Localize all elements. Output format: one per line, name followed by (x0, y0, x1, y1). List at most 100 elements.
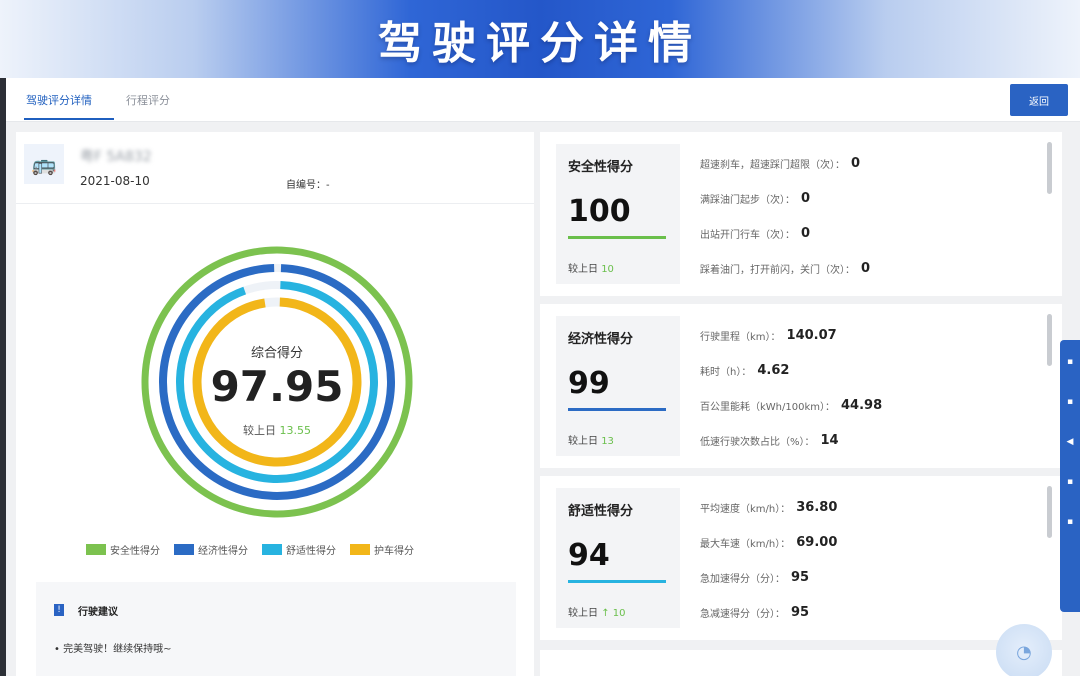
category-title: 安全性得分 (568, 160, 634, 175)
overall-compare-value: 13.55 (279, 424, 312, 437)
metric-value: 0 (801, 191, 811, 206)
advice-title: 行驶建议 (78, 607, 118, 618)
metric-row: 低速行驶次数占比（%）： 14 (700, 423, 1030, 458)
speaker-icon[interactable]: ◀ (1064, 436, 1076, 448)
app-frame: 驾驶评分详情 行程评分 返回 🚌 粤F 5A832 2021-08-10 自编号… (0, 78, 1080, 676)
legend-label: 护车得分 (374, 546, 414, 557)
category-metrics: 行驶里程（km）： 140.07 耗时（h）： 4.62 百公里能耗（kWh/100… (700, 318, 1030, 458)
legend-swatch (86, 544, 106, 555)
window-edge (0, 78, 6, 676)
metric-label: 耗时（h）： (700, 367, 752, 378)
banner-title: 驾驶评分详情 (378, 18, 702, 69)
metric-row: 踩着油门，打开前闪，关门（次）： 0 (700, 251, 1030, 286)
page-banner: 驾驶评分详情 (0, 0, 1080, 78)
assistant-bot-icon[interactable]: ◔ (996, 624, 1052, 676)
compare-value: ↑ 10 (601, 608, 626, 619)
tab-bar: 驾驶评分详情 行程评分 返回 (6, 78, 1080, 122)
overview-panel: 🚌 粤F 5A832 2021-08-10 自编号：- 综合得分 97.95 较… (16, 132, 534, 676)
metric-label: 超速刹车，超速踩门超限（次）： (700, 160, 845, 171)
metric-row: 耗时（h）： 4.62 (700, 353, 1030, 388)
tool-icon[interactable]: ▪ (1064, 516, 1076, 528)
tool-icon[interactable]: ▪ (1064, 476, 1076, 488)
category-score-bar (568, 580, 666, 583)
compare-label: 较上日 (568, 264, 598, 275)
legend-swatch (262, 544, 282, 555)
advice-text: • 完美驾驶！继续保持哦~ (54, 644, 172, 655)
category-card-vehicle-care (540, 650, 1062, 676)
compare-value: 10 (601, 264, 614, 275)
category-metrics: 平均速度（km/h）： 36.80 最大车速（km/h）： 69.00 急加速得分（… (700, 490, 1030, 630)
category-compare: 较上日 13 (568, 432, 614, 447)
overall-score-value: 97.95 (210, 362, 344, 411)
legend-item-economy[interactable]: 经济性得分 (174, 542, 248, 557)
metric-row: 急加速得分（分）： 95 (700, 560, 1030, 595)
category-score-box: 舒适性得分 94 较上日 ↑ 10 (556, 488, 680, 628)
metric-row: 超速刹车，超速踩门超限（次）： 0 (700, 146, 1030, 181)
category-panel: 安全性得分 100 较上日 10 超速刹车，超速踩门超限（次）： 0 满踩油门起步… (540, 132, 1064, 676)
metric-value: 69.00 (796, 535, 838, 550)
legend-item-safety[interactable]: 安全性得分 (86, 542, 160, 557)
active-tab-indicator (24, 118, 114, 120)
metric-label: 行驶里程（km）： (700, 332, 781, 343)
metric-row: 平均速度（km/h）： 36.80 (700, 490, 1030, 525)
metric-label: 平均速度（km/h）： (700, 504, 791, 515)
vehicle-plate: 粤F 5A832 (80, 149, 152, 165)
tab-trip-score[interactable]: 行程评分 (126, 92, 170, 108)
metric-value: 0 (861, 261, 871, 276)
back-button[interactable]: 返回 (1010, 84, 1068, 116)
metric-label: 踩着油门，打开前闪，关门（次）： (700, 265, 855, 276)
trip-date: 2021-08-10 (80, 174, 150, 188)
metric-row: 急减速得分（分）： 95 (700, 595, 1030, 630)
category-card-economy: 经济性得分 99 较上日 13 行驶里程（km）： 140.07 耗时（h）： 4.… (540, 304, 1062, 468)
ring-legend: 安全性得分 经济性得分 舒适性得分 护车得分 (86, 542, 414, 557)
category-title: 舒适性得分 (568, 504, 634, 519)
legend-item-comfort[interactable]: 舒适性得分 (262, 542, 336, 557)
tool-icon[interactable]: ▪ (1064, 396, 1076, 408)
card-scrollbar[interactable] (1047, 314, 1052, 366)
card-scrollbar[interactable] (1047, 142, 1052, 194)
metric-value: 44.98 (841, 398, 883, 413)
category-compare: 较上日 ↑ 10 (568, 604, 625, 619)
side-toolbar: ▪ ▪ ◀ ▪ ▪ (1060, 340, 1080, 612)
overall-score-compare: 较上日 13.55 (141, 422, 413, 438)
legend-label: 安全性得分 (110, 546, 160, 557)
category-score: 99 (568, 366, 610, 401)
category-card-safety: 安全性得分 100 较上日 10 超速刹车，超速踩门超限（次）： 0 满踩油门起步… (540, 132, 1062, 296)
tool-icon[interactable]: ▪ (1064, 356, 1076, 368)
legend-label: 经济性得分 (198, 546, 248, 557)
category-score: 100 (568, 194, 631, 229)
metric-label: 满踩油门起步（次）： (700, 195, 795, 206)
metric-value: 4.62 (757, 363, 790, 378)
trip-number: 自编号：- (286, 180, 330, 191)
bus-icon: 🚌 (24, 144, 64, 184)
compare-value: 13 (601, 436, 614, 447)
overall-score-label: 综合得分 (250, 346, 303, 361)
category-score-box: 安全性得分 100 较上日 10 (556, 144, 680, 284)
category-metrics: 超速刹车，超速踩门超限（次）： 0 满踩油门起步（次）： 0 出站开门行车（次）： 0… (700, 146, 1030, 286)
metric-value: 95 (791, 570, 810, 585)
card-scrollbar[interactable] (1047, 486, 1052, 538)
vehicle-info: 🚌 粤F 5A832 2021-08-10 自编号：- (16, 132, 534, 204)
category-score: 94 (568, 538, 610, 573)
category-score-bar (568, 408, 666, 411)
metric-label: 急加速得分（分）： (700, 574, 785, 585)
metric-row: 百公里能耗（kWh/100km）： 44.98 (700, 388, 1030, 423)
metric-value: 0 (801, 226, 811, 241)
tab-driving-score-detail[interactable]: 驾驶评分详情 (26, 92, 92, 108)
metric-value: 140.07 (786, 328, 837, 343)
driving-advice: ! 行驶建议 • 完美驾驶！继续保持哦~ (36, 582, 516, 676)
score-rings: 综合得分 97.95 较上日 13.55 (141, 232, 413, 532)
compare-label: 较上日 (568, 436, 598, 447)
compare-label: 较上日 (568, 608, 598, 619)
metric-label: 低速行驶次数占比（%）： (700, 437, 815, 448)
legend-swatch (350, 544, 370, 555)
category-score-box: 经济性得分 99 较上日 13 (556, 316, 680, 456)
metric-label: 最大车速（km/h）： (700, 539, 791, 550)
metric-label: 出站开门行车（次）： (700, 230, 795, 241)
category-compare: 较上日 10 (568, 260, 614, 275)
legend-item-vehicle-care[interactable]: 护车得分 (350, 542, 414, 557)
category-score-bar (568, 236, 666, 239)
metric-value: 95 (791, 605, 810, 620)
legend-swatch (174, 544, 194, 555)
metric-row: 满踩油门起步（次）： 0 (700, 181, 1030, 216)
